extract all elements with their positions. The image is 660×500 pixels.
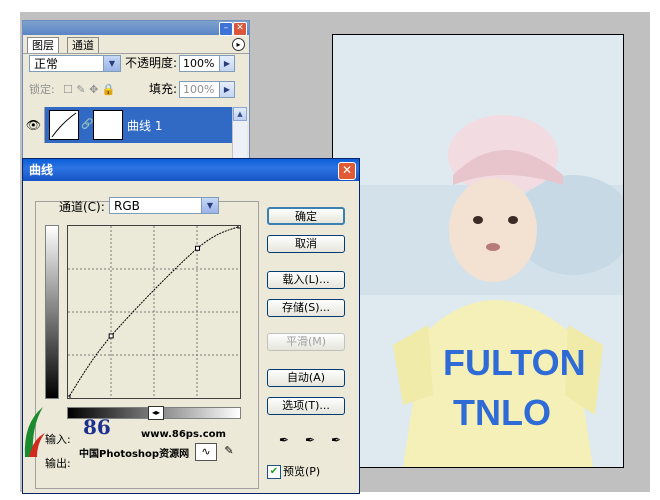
layer-name: 曲线 1 <box>127 119 163 133</box>
opacity-arrow-icon[interactable]: ▶ <box>219 56 234 71</box>
white-eyedropper-icon[interactable]: ✒ <box>329 433 343 447</box>
layer-row-curves[interactable]: 🔗 曲线 1 <box>45 107 235 143</box>
ok-button[interactable]: 确定 <box>267 207 345 225</box>
tab-channels[interactable]: 通道 <box>67 37 99 53</box>
tab-layers[interactable]: 图层 <box>27 37 59 53</box>
palette-titlebar[interactable]: – ✕ <box>23 21 249 36</box>
opacity-label: 不透明度: <box>125 56 178 70</box>
preview-label: 预览(P) <box>283 465 321 478</box>
curves-grid[interactable] <box>65 223 243 401</box>
output-gradient-bar <box>45 225 59 399</box>
lock-row: 锁定: ☐ ✎ ✥ 🔒 填充: 100% ▶ <box>23 81 249 103</box>
pencil-icon[interactable]: ✎ <box>219 443 239 459</box>
blend-mode-value: 正常 <box>34 57 59 71</box>
black-eyedropper-icon[interactable]: ✒ <box>277 433 291 447</box>
blend-row: 正常 ▼ 不透明度: 100% ▶ <box>23 55 249 77</box>
mask-thumbnail <box>93 110 123 140</box>
dialog-title: 曲线 <box>29 163 54 177</box>
scroll-up-icon[interactable]: ▲ <box>233 107 247 121</box>
watermark-url: www.86ps.com <box>141 429 226 440</box>
cancel-button[interactable]: 取消 <box>267 235 345 253</box>
document-image: FULTON TNLO <box>333 35 623 467</box>
load-button[interactable]: 载入(L)... <box>267 271 345 289</box>
fill-arrow-icon[interactable]: ▶ <box>219 82 234 97</box>
smooth-button[interactable]: 平滑(M) <box>267 333 345 351</box>
close-icon[interactable]: ✕ <box>233 22 247 36</box>
lock-icons[interactable]: ☐ ✎ ✥ 🔒 <box>63 81 115 98</box>
palette-menu-icon[interactable]: ▸ <box>232 38 245 51</box>
layers-palette: – ✕ 图层 通道 ▸ 正常 ▼ 不透明度: 100% ▶ 锁定: ☐ ✎ ✥ … <box>22 20 250 172</box>
fill-value: 100% <box>183 83 215 96</box>
channel-label: 通道(C): <box>59 200 105 214</box>
chevron-down-icon: ▼ <box>201 198 218 213</box>
lock-label: 锁定: <box>29 83 55 96</box>
blend-mode-select[interactable]: 正常 ▼ <box>29 55 121 72</box>
fill-field[interactable]: 100% ▶ <box>179 81 235 98</box>
logo-icon <box>24 407 45 457</box>
curves-thumbnail-icon <box>49 110 79 140</box>
preview-checkbox[interactable]: ✔ <box>267 465 281 479</box>
chevron-down-icon: ▼ <box>103 56 120 71</box>
curve-control-point[interactable] <box>65 395 71 401</box>
curves-graph[interactable] <box>65 223 243 401</box>
auto-button[interactable]: 自动(A) <box>267 369 345 387</box>
opacity-field[interactable]: 100% ▶ <box>179 55 235 72</box>
input-label: 输入: <box>45 433 71 446</box>
curve-tool-icon[interactable]: ∿ <box>195 443 217 461</box>
gray-eyedropper-icon[interactable]: ✒ <box>303 433 317 447</box>
save-button[interactable]: 存储(S)... <box>267 299 345 317</box>
curves-dialog: 曲线 ✕ 通道(C): RGB ▼ ◂▸ 输入: 输出: 86 www.86ps… <box>22 158 360 494</box>
child-photo: FULTON TNLO <box>333 35 623 467</box>
link-icon: 🔗 <box>81 119 94 130</box>
dialog-titlebar[interactable]: 曲线 ✕ <box>23 159 359 181</box>
shirt-text-1: FULTON <box>443 342 586 383</box>
curve-control-point[interactable] <box>237 223 243 229</box>
close-icon[interactable]: ✕ <box>338 162 356 180</box>
channel-value: RGB <box>114 199 140 213</box>
options-button[interactable]: 选项(T)... <box>267 397 345 415</box>
eye-icon[interactable]: 👁 <box>23 107 45 143</box>
curve-control-point[interactable] <box>108 333 114 339</box>
palette-tabs: 图层 通道 ▸ <box>23 35 249 54</box>
opacity-value: 100% <box>183 57 215 70</box>
curve-control-point[interactable] <box>195 245 201 251</box>
channel-select[interactable]: RGB ▼ <box>109 197 219 214</box>
gradient-toggle-icon[interactable]: ◂▸ <box>148 406 164 420</box>
minimize-icon[interactable]: – <box>219 22 233 36</box>
watermark-number: 86 <box>83 415 111 439</box>
shirt-text-2: TNLO <box>453 392 551 433</box>
fill-label: 填充: <box>149 82 178 96</box>
watermark-site-name: 中国Photoshop资源网 <box>79 449 190 460</box>
output-label: 输出: <box>45 457 71 470</box>
